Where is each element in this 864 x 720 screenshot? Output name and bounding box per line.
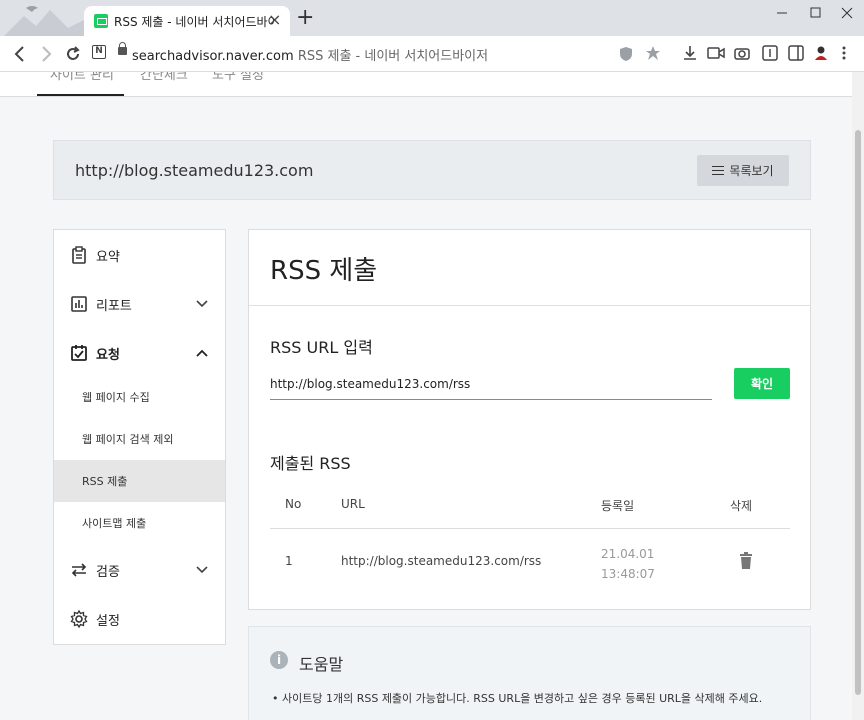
page: 사이트 관리 간단체크 도구 설정 http://blog.steamedu12… bbox=[0, 72, 864, 720]
sidebar-subitem-sitemap[interactable]: 사이트맵 제출 bbox=[54, 502, 225, 544]
new-tab-button[interactable]: + bbox=[296, 6, 314, 30]
sidebar-subitem-label: 웹 페이지 검색 제외 bbox=[82, 433, 174, 446]
more-menu-icon[interactable] bbox=[840, 45, 848, 61]
url-field[interactable]: searchadvisor.naver.com RSS 제출 - 네이버 서치어… bbox=[132, 45, 488, 64]
lock-icon[interactable] bbox=[118, 42, 127, 55]
title-divider bbox=[249, 305, 810, 306]
video-icon[interactable] bbox=[707, 46, 725, 60]
sidebar-item-label: 요청 bbox=[96, 347, 120, 363]
nav-tool-settings[interactable]: 도구 설정 bbox=[212, 72, 264, 83]
chevron-down-icon bbox=[196, 300, 208, 308]
sidebar-item-label: 설정 bbox=[96, 613, 120, 629]
forward-icon[interactable] bbox=[38, 45, 54, 63]
sidebar-subitem-label: RSS 제출 bbox=[82, 475, 128, 488]
clipboard-icon bbox=[72, 246, 86, 264]
address-bar: N searchadvisor.naver.com RSS 제출 - 네이버 서… bbox=[0, 36, 864, 72]
column-header-no: No bbox=[285, 497, 302, 511]
top-nav: 사이트 관리 간단체크 도구 설정 bbox=[0, 72, 852, 97]
sidebar-item-label: 요약 bbox=[96, 249, 120, 265]
sidebar-subitem-web-exclude[interactable]: 웹 페이지 검색 제외 bbox=[54, 418, 225, 460]
page-title: RSS 제출 bbox=[270, 256, 378, 286]
profile-avatar-icon[interactable] bbox=[814, 45, 828, 61]
help-title: 도움말 bbox=[299, 655, 344, 674]
chevron-up-icon bbox=[196, 349, 208, 357]
naver-favicon-icon bbox=[94, 14, 108, 28]
submitted-rss-heading: 제출된 RSS bbox=[270, 454, 351, 473]
sidebar-item-settings[interactable]: 설정 bbox=[54, 598, 225, 640]
row-no: 1 bbox=[285, 554, 293, 568]
sidebar-subitem-label: 웹 페이지 수집 bbox=[82, 391, 150, 404]
site-url: http://blog.steamedu123.com bbox=[75, 161, 314, 180]
scrollbar[interactable] bbox=[852, 72, 864, 720]
shield-icon[interactable] bbox=[618, 46, 634, 62]
column-header-date: 등록일 bbox=[601, 499, 635, 513]
sidebar-toggle-icon[interactable] bbox=[788, 45, 804, 61]
bar-chart-icon bbox=[71, 296, 87, 312]
tab-close-icon[interactable]: × bbox=[268, 10, 281, 29]
reload-icon[interactable] bbox=[64, 45, 82, 63]
chevron-down-icon bbox=[196, 566, 208, 574]
minimize-icon[interactable] bbox=[775, 6, 789, 20]
nav-simple-check[interactable]: 간단체크 bbox=[140, 72, 188, 83]
nav-active-indicator bbox=[37, 94, 124, 96]
table-header-divider bbox=[270, 528, 790, 529]
gear-icon bbox=[70, 610, 88, 628]
sidebar-item-summary[interactable]: 요약 bbox=[54, 234, 225, 276]
bookmark-star-icon[interactable] bbox=[645, 45, 661, 61]
sidebar-subitem-label: 사이트맵 제출 bbox=[82, 517, 147, 530]
help-bullet: • 사이트당 1개의 RSS 제출이 가능합니다. RSS URL을 변경하고 … bbox=[272, 692, 763, 705]
info-icon: i bbox=[270, 651, 288, 669]
naver-badge-icon[interactable]: N bbox=[92, 45, 106, 59]
sidebar-item-verify[interactable]: 검증 bbox=[54, 549, 225, 591]
calendar-check-icon bbox=[71, 345, 87, 361]
browser-tab-active[interactable]: RSS 제출 - 네이버 서치어드바이 × bbox=[84, 6, 290, 36]
sidebar-item-request[interactable]: 요청 bbox=[54, 332, 225, 374]
rss-url-input-heading: RSS URL 입력 bbox=[270, 338, 373, 357]
swap-arrows-icon bbox=[71, 563, 87, 577]
sidebar-item-label: 리포트 bbox=[96, 298, 132, 314]
camera-icon[interactable] bbox=[734, 45, 750, 61]
help-card: i 도움말 • 사이트당 1개의 RSS 제출이 가능합니다. RSS URL을… bbox=[248, 626, 811, 720]
url-page-title: RSS 제출 - 네이버 서치어드바이저 bbox=[297, 49, 489, 64]
list-view-button[interactable]: 목록보기 bbox=[697, 155, 789, 186]
list-view-label: 목록보기 bbox=[729, 164, 774, 178]
sidebar-subitem-rss[interactable]: RSS 제출 bbox=[54, 460, 225, 502]
sidebar-item-label: 검증 bbox=[96, 564, 120, 580]
theme-decoration bbox=[4, 6, 84, 36]
nav-site-manage[interactable]: 사이트 관리 bbox=[50, 72, 114, 83]
site-header: http://blog.steamedu123.com 목록보기 bbox=[53, 140, 811, 200]
row-date: 21.04.01 13:48:07 bbox=[601, 547, 655, 581]
column-header-delete: 삭제 bbox=[730, 499, 753, 513]
confirm-button[interactable]: 확인 bbox=[734, 368, 790, 399]
trash-icon[interactable] bbox=[739, 552, 753, 570]
column-header-url: URL bbox=[341, 497, 365, 511]
download-icon[interactable] bbox=[682, 45, 698, 61]
sidebar: 요약 리포트 요청 웹 페이지 수집 웹 페이지 검색 제외 RSS 제출 사이… bbox=[53, 229, 226, 645]
url-domain: searchadvisor.naver.com bbox=[132, 49, 294, 64]
sidebar-subitem-web-collect[interactable]: 웹 페이지 수집 bbox=[54, 376, 225, 418]
tab-title: RSS 제출 - 네이버 서치어드바이 bbox=[114, 15, 274, 29]
scrollbar-thumb[interactable] bbox=[855, 130, 861, 695]
help-bullet-text: 사이트당 1개의 RSS 제출이 가능합니다. RSS URL을 변경하고 싶은… bbox=[282, 692, 763, 705]
rss-submit-card: RSS 제출 RSS URL 입력 확인 제출된 RSS No URL 등록일 … bbox=[248, 229, 811, 610]
maximize-icon[interactable] bbox=[808, 6, 822, 20]
window-close-icon[interactable] bbox=[840, 6, 854, 20]
sidebar-item-report[interactable]: 리포트 bbox=[54, 283, 225, 325]
row-url: http://blog.steamedu123.com/rss bbox=[341, 554, 542, 568]
rss-url-input[interactable] bbox=[270, 368, 712, 400]
list-icon bbox=[712, 166, 725, 175]
browser-tab-bar: RSS 제출 - 네이버 서치어드바이 × + bbox=[0, 0, 864, 36]
reader-icon[interactable] bbox=[762, 45, 778, 61]
back-icon[interactable] bbox=[12, 45, 28, 63]
